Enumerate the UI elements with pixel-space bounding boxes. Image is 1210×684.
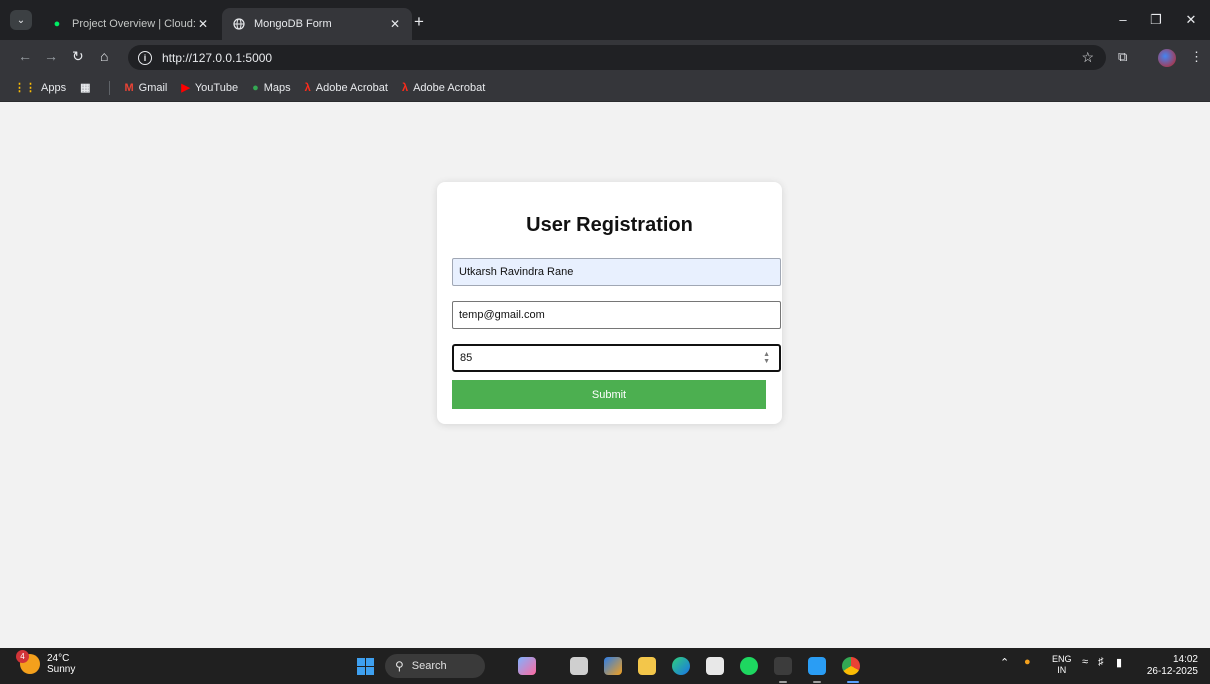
name-input[interactable]: Utkarsh Ravindra Rane (452, 258, 781, 286)
browser-toolbar: ← → ↻ ⌂ i http://127.0.0.1:5000 ☆ ⧉ ⋮ (0, 40, 1210, 74)
chrome-icon[interactable] (842, 657, 860, 675)
kebab-menu-icon[interactable]: ⋮ (1190, 49, 1203, 65)
minimize-icon[interactable]: – (1114, 12, 1132, 27)
running-indicator (779, 681, 787, 683)
battery-icon[interactable]: ▮ (1116, 656, 1122, 669)
back-arrow-icon[interactable]: ← (18, 48, 32, 64)
microsoft-store-icon[interactable] (706, 657, 724, 675)
email-input[interactable]: temp@gmail.com (452, 301, 781, 329)
windows-taskbar: 4 24°C Sunny ⚲ Search ⌃ ● ENG IN ≈ ♯ ▮ 1… (0, 648, 1210, 684)
close-window-icon[interactable]: ✕ (1182, 12, 1200, 28)
language-indicator[interactable]: ENG IN (1052, 654, 1072, 676)
widgets-icon[interactable] (518, 657, 536, 675)
bookmark-label: Maps (263, 81, 291, 94)
search-icon: ⚲ (395, 659, 404, 673)
spotify-icon[interactable] (740, 657, 758, 675)
tab-project-overview[interactable]: ● Project Overview | Cloud: Mong ✕ (40, 8, 220, 40)
lang-region: IN (1057, 665, 1067, 675)
tab-strip: ⌄ ● Project Overview | Cloud: Mong ✕ Mon… (0, 0, 1210, 40)
windows-start-icon[interactable] (357, 658, 374, 675)
extensions-puzzle-icon[interactable]: ⧉ (1118, 49, 1127, 65)
sun-weather-icon: 4 (16, 650, 40, 674)
tab-search-menu-button[interactable]: ⌄ (10, 10, 32, 30)
url-text[interactable]: http://127.0.0.1:5000 (162, 51, 1081, 65)
home-icon[interactable]: ⌂ (100, 48, 108, 64)
bookmark-adobe-acrobat-1[interactable]: λ Adobe Acrobat (305, 82, 388, 94)
apps-grid-icon: ⋮⋮ (14, 82, 36, 94)
notification-badge: 4 (16, 650, 29, 663)
terminal-icon[interactable] (774, 657, 792, 675)
wifi-icon[interactable]: ≈ (1082, 656, 1088, 668)
age-input-value: 85 (460, 352, 473, 364)
email-input-value: temp@gmail.com (459, 309, 545, 321)
bookmark-apps[interactable]: ⋮⋮ Apps (14, 81, 67, 95)
youtube-icon: ▶ (181, 82, 190, 94)
file-explorer-icon[interactable] (638, 657, 656, 675)
vscode-icon[interactable] (808, 657, 826, 675)
bookmark-adobe-acrobat-2[interactable]: λ Adobe Acrobat (402, 82, 485, 94)
bookmark-label: Apps (41, 81, 67, 94)
adobe-acrobat-icon: λ (304, 81, 311, 94)
gmail-icon: M (124, 81, 134, 94)
tab-mongodb-form[interactable]: MongoDB Form ✕ (222, 8, 412, 40)
bookmark-maps[interactable]: ● Maps (252, 82, 291, 94)
new-tab-button[interactable]: + (414, 12, 424, 32)
bookmark-star-icon[interactable]: ☆ (1081, 49, 1094, 66)
adobe-acrobat-icon: λ (401, 81, 409, 94)
form-title: User Registration (526, 214, 693, 236)
name-input-value: Utkarsh Ravindra Rane (459, 266, 574, 278)
tab-title: MongoDB Form (254, 18, 332, 30)
clock-date: 26-12-2025 (1146, 666, 1198, 677)
bookmark-youtube[interactable]: ▶ YouTube (181, 81, 239, 95)
globe-icon (232, 17, 246, 31)
lang-code: ENG (1052, 654, 1072, 664)
bookmark-gmail[interactable]: M Gmail (124, 82, 167, 94)
clock[interactable]: 14:02 26-12-2025 (1143, 654, 1198, 678)
bookmark-label: YouTube (194, 81, 239, 94)
running-indicator (813, 681, 821, 683)
close-icon[interactable]: ✕ (196, 17, 210, 31)
submit-button[interactable]: Submit (452, 380, 766, 409)
volume-icon[interactable]: ♯ (1098, 656, 1104, 668)
age-number-input[interactable]: 85 ▲ ▼ (452, 344, 781, 372)
taskbar-search[interactable]: ⚲ Search (385, 654, 485, 678)
search-label: Search (411, 660, 447, 672)
bookmark-label: Adobe Acrobat (315, 81, 388, 94)
weather-desc: Sunny (47, 664, 76, 675)
mongodb-leaf-icon: ● (53, 18, 61, 30)
weather-widget[interactable]: 4 24°C Sunny (16, 650, 76, 675)
restore-icon[interactable]: ❐ (1147, 12, 1165, 28)
reload-icon[interactable]: ↻ (72, 48, 84, 65)
copilot-icon[interactable] (604, 657, 622, 675)
forward-arrow-icon[interactable]: → (44, 48, 58, 64)
tray-app-icon[interactable]: ● (1024, 656, 1031, 668)
active-app-indicator (847, 681, 859, 683)
weather-temp: 24°C (47, 653, 70, 664)
chevron-up-icon[interactable]: ⌃ (1000, 656, 1009, 669)
site-info-icon[interactable]: i (138, 50, 152, 65)
address-bar[interactable]: i http://127.0.0.1:5000 ☆ (128, 45, 1106, 70)
task-view-icon[interactable] (570, 657, 588, 675)
bookmark-label: Gmail (138, 81, 168, 94)
edge-browser-icon[interactable] (672, 657, 690, 675)
bookmark-label: Adobe Acrobat (413, 81, 486, 94)
profile-avatar-icon[interactable] (1158, 49, 1176, 67)
bookmark-separator (109, 80, 111, 95)
clock-time: 14:02 (1172, 654, 1198, 665)
close-icon[interactable]: ✕ (388, 17, 402, 31)
tab-title: Project Overview | Cloud: Mong (72, 18, 196, 30)
maps-pin-icon: ● (252, 81, 259, 94)
number-spinner-icon[interactable]: ▲ ▼ (763, 351, 770, 365)
tab-groups-button[interactable]: ▦ (80, 81, 95, 94)
bookmarks-bar: ⋮⋮ Apps ▦ M Gmail ▶ YouTube ● Maps λ Ado… (0, 74, 1210, 102)
tab-groups-icon: ▦ (80, 82, 91, 94)
registration-form-card: User Registration Utkarsh Ravindra Rane … (437, 182, 782, 424)
